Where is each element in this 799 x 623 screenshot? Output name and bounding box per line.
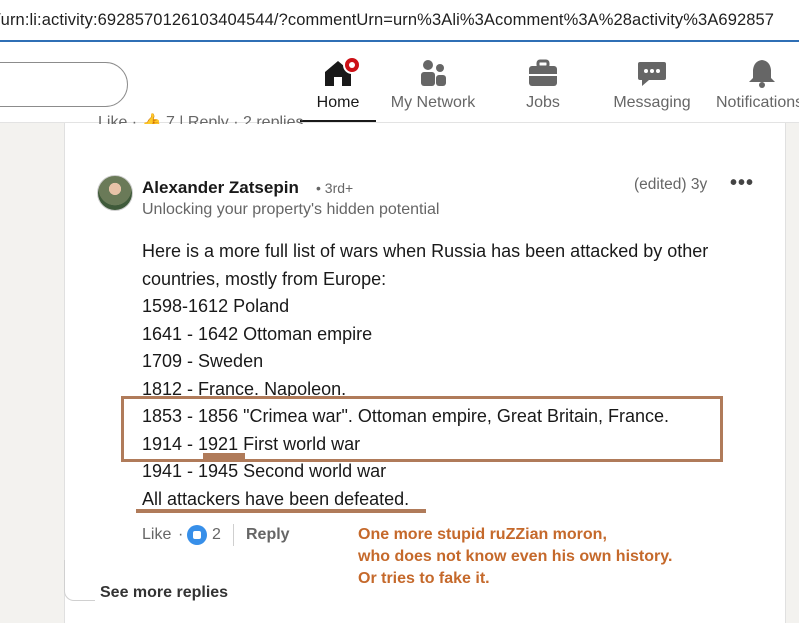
like-button[interactable]: Like (142, 526, 171, 544)
like-reaction-icon[interactable] (187, 525, 207, 545)
address-bar[interactable]: /urn:li:activity:6928570126103404544/?co… (0, 0, 799, 42)
bell-icon (745, 56, 779, 90)
previous-comment-actions[interactable]: Like · 👍 7 | Reply · 2 replies (98, 112, 303, 124)
annotation-line: who does not know even his own history. (358, 548, 673, 565)
comment-author[interactable]: Alexander Zatsepin (142, 178, 299, 198)
messaging-icon (635, 56, 669, 90)
nav-notifications[interactable]: Notifications (716, 56, 799, 122)
briefcase-icon (526, 56, 560, 90)
comment-line: 1641 - 1642 Ottoman empire (142, 323, 373, 344)
more-options-button[interactable]: ••• (730, 172, 754, 195)
top-nav: Home My Network Jobs Messaging Notificat… (0, 42, 799, 123)
nav-jobs[interactable]: Jobs (512, 56, 574, 122)
nav-messaging[interactable]: Messaging (606, 56, 698, 122)
notification-badge (343, 56, 361, 74)
divider (233, 524, 234, 546)
comment-timestamp: (edited) 3y (634, 176, 708, 193)
author-headline: Unlocking your property's hidden potenti… (142, 201, 440, 218)
home-icon (321, 56, 361, 90)
url-text[interactable]: /urn:li:activity:6928570126103404544/?co… (0, 11, 774, 30)
nav-label: Notifications (716, 94, 799, 111)
comment-line: countries, mostly from Europe: (142, 268, 387, 289)
nav-label: Messaging (613, 94, 691, 111)
avatar[interactable] (97, 175, 133, 211)
nav-label: Jobs (526, 94, 560, 111)
connection-degree: • 3rd+ (316, 180, 354, 196)
annotation-line: One more stupid ruZZian moron, (358, 526, 607, 543)
see-more-replies-button[interactable]: See more replies (100, 584, 228, 602)
annotation-text: One more stupid ruZZian moron, who does … (358, 524, 672, 590)
nav-label: My Network (390, 94, 476, 111)
comment-line: 1709 - Sweden (142, 351, 264, 371)
highlight-mark (203, 453, 245, 459)
network-icon (416, 56, 450, 90)
comment-line: Here is a more full list of wars when Ru… (142, 241, 709, 261)
reply-button[interactable]: Reply (246, 526, 290, 544)
active-underline (300, 120, 376, 122)
separator-dot: · (178, 526, 184, 543)
search-input[interactable] (0, 62, 128, 107)
nav-my-network[interactable]: My Network (386, 56, 480, 122)
annotation-line: Or tries to fake it. (358, 570, 490, 587)
nav-label: Home (316, 94, 360, 111)
nav-home[interactable]: Home (300, 56, 376, 122)
comment-body: Here is a more full list of wars when Ru… (142, 238, 762, 513)
thread-line (64, 560, 95, 601)
reaction-count[interactable]: 2 (212, 526, 221, 544)
comment-line: 1941 - 1945 Second world war (142, 461, 387, 481)
highlight-underline (136, 509, 426, 513)
comment-line: 1598-1612 Poland (142, 296, 290, 316)
